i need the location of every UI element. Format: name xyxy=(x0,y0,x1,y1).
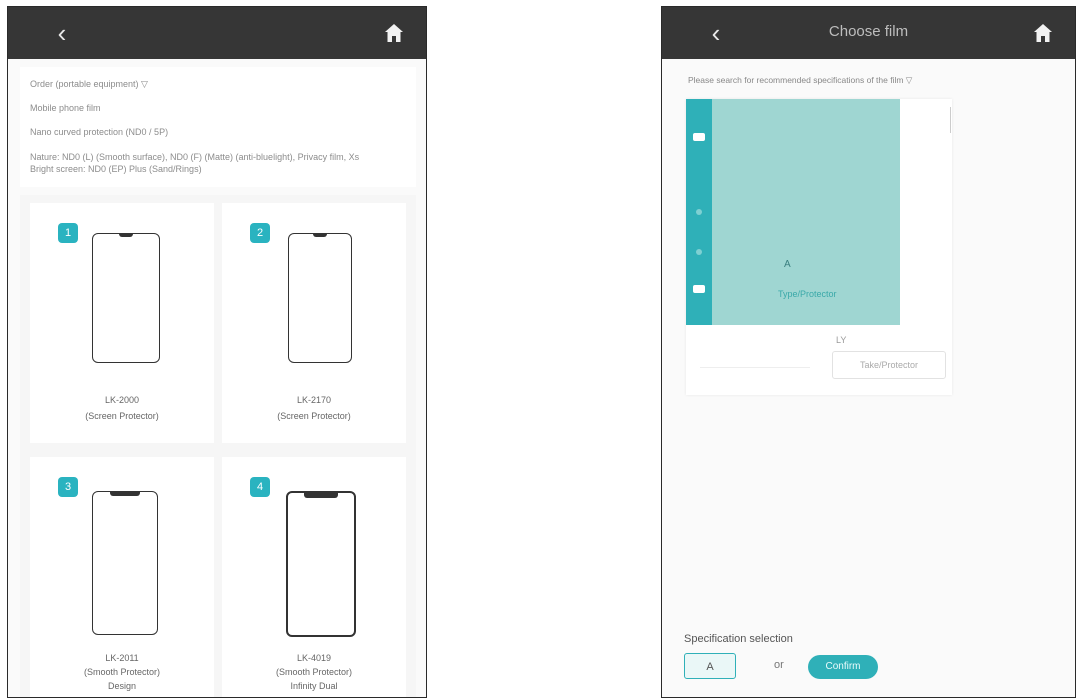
preview-caption: LY xyxy=(836,335,847,345)
preview-marker: A xyxy=(784,259,791,270)
card-type: (Screen Protector) xyxy=(85,411,159,421)
product-grid: 1 LK-2000 (Screen Protector) 2 LK-2170 (… xyxy=(20,195,416,697)
chevron-left-icon[interactable]: ‹ xyxy=(48,19,76,47)
product-card-2[interactable]: 2 LK-2170 (Screen Protector) xyxy=(222,203,406,443)
badge-1: 1 xyxy=(58,223,78,243)
spec-separator: or xyxy=(774,659,784,671)
phone-outline-icon xyxy=(288,233,352,363)
message-icon[interactable] xyxy=(693,133,705,141)
card-variant: Design xyxy=(107,681,136,691)
spec-value-box[interactable]: A xyxy=(684,653,736,679)
home-icon[interactable] xyxy=(1031,21,1055,45)
info-nature-text: Nature: ND0 (L) (Smooth surface), ND0 (F… xyxy=(30,152,360,162)
product-card-1[interactable]: 1 LK-2000 (Screen Protector) xyxy=(30,203,214,443)
phone-screen-left: ‹ Order (portable equipment) ▽ Mobile ph… xyxy=(7,6,427,698)
card-model: LK-2000 xyxy=(104,395,140,405)
info-line-category: Mobile phone film xyxy=(30,103,101,113)
product-card-3[interactable]: 3 LK-2011 (Smooth Protector) Design xyxy=(30,457,214,697)
info-line-protection: Nano curved protection (ND0 / 5P) xyxy=(30,127,169,137)
film-preview-area[interactable]: A Type/Protector xyxy=(686,99,900,325)
info-bright-text: Bright screen: ND0 (EP) Plus (Sand/Rings… xyxy=(30,164,202,174)
confirm-button[interactable]: Confirm xyxy=(808,655,878,679)
card-type: (Screen Protector) xyxy=(277,411,351,421)
message-icon[interactable] xyxy=(693,285,705,293)
badge-2: 2 xyxy=(250,223,270,243)
info-line-order[interactable]: Order (portable equipment) ▽ xyxy=(30,79,148,90)
search-hint[interactable]: Please search for recommended specificat… xyxy=(688,75,912,86)
badge-3: 3 xyxy=(58,477,78,497)
dot-icon xyxy=(696,209,702,215)
card-type: (Smooth Protector) xyxy=(83,667,161,677)
phone-outline-icon xyxy=(286,491,356,637)
card-variant: Infinity Dual xyxy=(290,681,338,691)
preview-tag: Type/Protector xyxy=(778,289,837,299)
card-model: LK-2011 xyxy=(105,653,139,663)
product-card-4[interactable]: 4 LK-4019 (Smooth Protector) Infinity Du… xyxy=(222,457,406,697)
page-title: Choose film xyxy=(828,23,909,40)
product-info-panel: Order (portable equipment) ▽ Mobile phon… xyxy=(20,67,416,187)
spec-label: Specification selection xyxy=(684,633,793,645)
info-line-nature: Nature: ND0 (L) (Smooth surface), ND0 (F… xyxy=(30,151,410,175)
badge-4: 4 xyxy=(250,477,270,497)
dot-icon xyxy=(696,249,702,255)
phone-outline-icon xyxy=(92,491,158,635)
divider xyxy=(950,107,951,133)
take-protector-button[interactable]: Take/Protector xyxy=(832,351,946,379)
preview-toolbar xyxy=(686,99,712,325)
phone-outline-icon xyxy=(92,233,160,363)
card-type: (Smooth Protector) xyxy=(275,667,353,677)
card-model: LK-4019 xyxy=(296,653,332,663)
top-bar: ‹ Choose film xyxy=(662,7,1075,59)
top-bar: ‹ xyxy=(8,7,426,59)
card-model: LK-2170 xyxy=(296,395,332,405)
home-icon[interactable] xyxy=(382,21,406,45)
phone-screen-right: ‹ Choose film Please search for recommen… xyxy=(661,6,1076,698)
film-preview-panel: A Type/Protector LY Take/Protector xyxy=(686,99,952,395)
divider xyxy=(700,367,810,368)
